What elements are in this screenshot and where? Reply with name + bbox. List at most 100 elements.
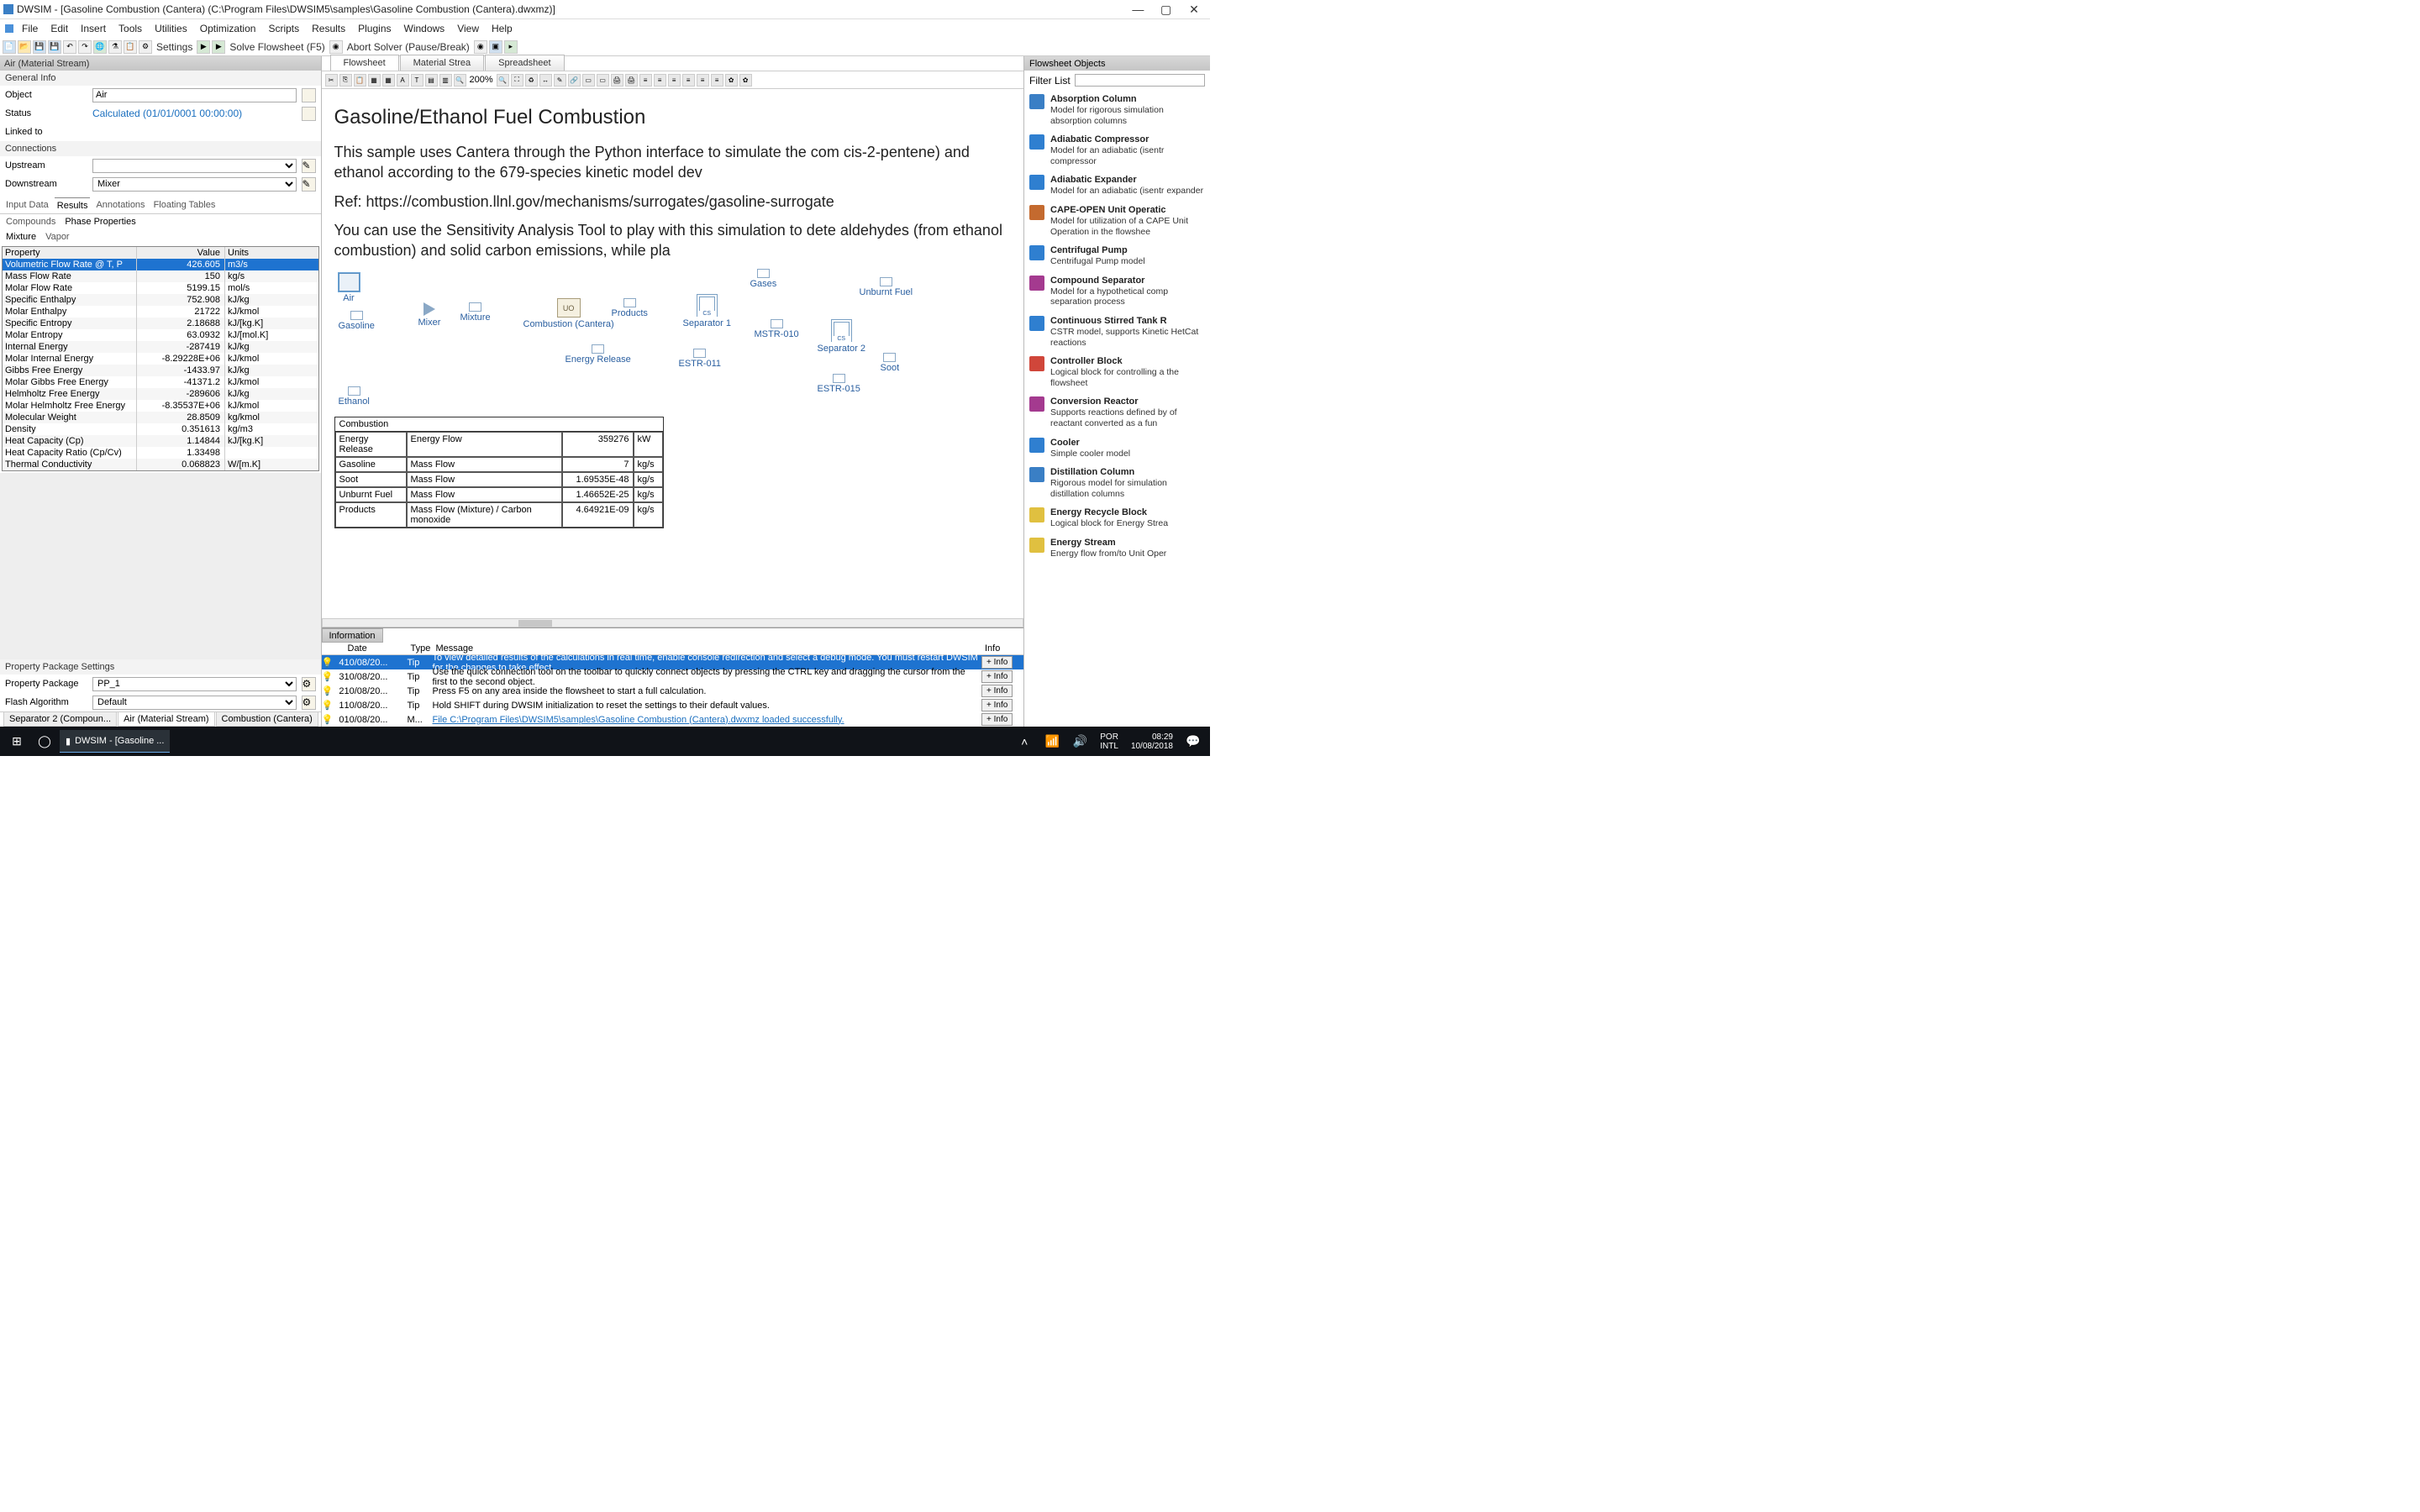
snap1-icon[interactable]: ▭	[582, 74, 595, 87]
tab-material-streams[interactable]: Material Strea	[400, 55, 484, 71]
downstream-select[interactable]: Mixer	[92, 177, 297, 192]
object-input[interactable]	[92, 88, 297, 102]
block-uo-box[interactable]: UO	[557, 298, 581, 318]
info-row[interactable]: 💡210/08/20...TipPress F5 on any area ins…	[322, 684, 1024, 698]
info-button[interactable]: + Info	[981, 713, 1013, 726]
status-action-icon[interactable]	[302, 107, 316, 121]
fa-config-icon[interactable]: ⚙	[302, 696, 316, 710]
cortana-icon[interactable]: ◯	[32, 730, 57, 753]
block-estr011[interactable]: ESTR-011	[679, 359, 722, 369]
property-row[interactable]: Internal Energy-287419kJ/kg	[3, 341, 318, 353]
canvas-hscroll[interactable]	[322, 618, 1024, 627]
info-button[interactable]: + Info	[981, 685, 1013, 697]
solve-label[interactable]: Solve Flowsheet (F5)	[227, 41, 327, 53]
flowsheet-canvas[interactable]: Gasoline/Ethanol Fuel Combustion This sa…	[322, 89, 1024, 618]
fa-select[interactable]: Default	[92, 696, 297, 710]
p1-icon[interactable]: ▣	[489, 40, 502, 54]
close-button[interactable]: ✕	[1181, 3, 1207, 17]
property-row[interactable]: Molar Helmholtz Free Energy-8.35537E+06k…	[3, 400, 318, 412]
block-mstr010[interactable]: MSTR-010	[755, 329, 799, 339]
downstream-pick-icon[interactable]: ✎	[302, 177, 316, 192]
block-mixer[interactable]: Mixer	[418, 318, 441, 328]
connect-icon[interactable]: ↔	[539, 74, 552, 87]
cut-icon[interactable]: ✂	[325, 74, 338, 87]
block-gases[interactable]: Gases	[750, 279, 777, 289]
tab-floating-tables[interactable]: Floating Tables	[151, 197, 218, 213]
info-button[interactable]: + Info	[981, 656, 1013, 669]
block-mixture[interactable]: Mixture	[460, 312, 491, 323]
stop2-icon[interactable]: ◉	[474, 40, 487, 54]
object-item[interactable]: Adiabatic CompressorModel for an adiabat…	[1029, 130, 1205, 171]
object-item[interactable]: Continuous Stirred Tank RCSTR model, sup…	[1029, 312, 1205, 352]
play2-icon[interactable]: ▶	[212, 40, 225, 54]
objects-list[interactable]: Absorption ColumnModel for rigorous simu…	[1024, 90, 1210, 727]
property-row[interactable]: Heat Capacity (Cp)1.14844kJ/[kg.K]	[3, 435, 318, 447]
al6-icon[interactable]: ≡	[711, 74, 723, 87]
table-icon[interactable]: ▤	[425, 74, 438, 87]
save-icon[interactable]: 💾	[33, 40, 46, 54]
abort-label[interactable]: Abort Solver (Pause/Break)	[345, 41, 472, 53]
object-item[interactable]: Conversion ReactorSupports reactions def…	[1029, 392, 1205, 433]
info-button[interactable]: + Info	[981, 670, 1013, 683]
subtab-phase-properties[interactable]: Phase Properties	[62, 215, 138, 228]
property-row[interactable]: Helmholtz Free Energy-289606kJ/kg	[3, 388, 318, 400]
block-energy[interactable]: Energy Release	[566, 354, 631, 365]
tab-annotations[interactable]: Annotations	[93, 197, 147, 213]
object-item[interactable]: Controller BlockLogical block for contro…	[1029, 352, 1205, 392]
snap2-icon[interactable]: ▭	[597, 74, 609, 87]
menu-tools[interactable]: Tools	[113, 21, 148, 36]
property-row[interactable]: Specific Enthalpy752.908kJ/kg	[3, 294, 318, 306]
font-icon[interactable]: A	[397, 74, 409, 87]
menu-help[interactable]: Help	[486, 21, 518, 36]
upstream-select[interactable]	[92, 159, 297, 173]
menu-results[interactable]: Results	[306, 21, 351, 36]
new-icon[interactable]: 📄	[3, 40, 16, 54]
grid-icon[interactable]: ▦	[368, 74, 381, 87]
object-item[interactable]: Absorption ColumnModel for rigorous simu…	[1029, 90, 1205, 130]
property-row[interactable]: Molar Internal Energy-8.29228E+06kJ/kmol	[3, 353, 318, 365]
object-item[interactable]: Adiabatic ExpanderModel for an adiabatic…	[1029, 171, 1205, 201]
al2-icon[interactable]: ≡	[654, 74, 666, 87]
tab-spreadsheet[interactable]: Spreadsheet	[485, 55, 564, 71]
tray-network-icon[interactable]: 📶	[1039, 730, 1065, 753]
ex1-icon[interactable]: ✿	[725, 74, 738, 87]
tray-volume-icon[interactable]: 🔊	[1067, 730, 1092, 753]
open-icon[interactable]: 📂	[18, 40, 31, 54]
info-row[interactable]: 💡110/08/20...TipHold SHIFT during DWSIM …	[322, 698, 1024, 712]
property-row[interactable]: Specific Entropy2.18688kJ/[kg.K]	[3, 318, 318, 329]
tray-kb[interactable]: INTL	[1100, 742, 1118, 751]
block-sep1[interactable]: Separator 1	[683, 318, 731, 328]
recycle-icon[interactable]: ♻	[525, 74, 538, 87]
copy-icon[interactable]: ⎘	[339, 74, 352, 87]
property-row[interactable]: Density0.351613kg/m3	[3, 423, 318, 435]
bottom-tab-sep2[interactable]: Separator 2 (Compoun...	[3, 711, 117, 727]
block-unburnt[interactable]: Unburnt Fuel	[860, 287, 913, 297]
taskbar-app[interactable]: ▮ DWSIM - [Gasoline ...	[60, 730, 170, 753]
upstream-pick-icon[interactable]: ✎	[302, 159, 316, 173]
object-item[interactable]: CoolerSimple cooler model	[1029, 433, 1205, 464]
property-row[interactable]: Heat Capacity Ratio (Cp/Cv)1.33498	[3, 447, 318, 459]
menu-scripts[interactable]: Scripts	[262, 21, 305, 36]
tray-notifications-icon[interactable]: 💬	[1181, 730, 1206, 753]
object-item[interactable]: Distillation ColumnRigorous model for si…	[1029, 463, 1205, 503]
compound-icon[interactable]: ⚗	[108, 40, 122, 54]
menu-plugins[interactable]: Plugins	[352, 21, 397, 36]
menu-edit[interactable]: Edit	[45, 21, 74, 36]
tab-results[interactable]: Results	[55, 197, 91, 213]
settings-label[interactable]: Settings	[154, 41, 195, 53]
property-row[interactable]: Molecular Weight28.8509kg/kmol	[3, 412, 318, 423]
object-item[interactable]: Compound SeparatorModel for a hypothetic…	[1029, 271, 1205, 312]
phasetab-vapor[interactable]: Vapor	[43, 230, 72, 244]
property-row[interactable]: Molar Gibbs Free Energy-41371.2kJ/kmol	[3, 376, 318, 388]
bottom-tab-combustion[interactable]: Combustion (Cantera)	[216, 711, 318, 727]
paste-icon[interactable]: 📋	[354, 74, 366, 87]
property-row[interactable]: Molar Enthalpy21722kJ/kmol	[3, 306, 318, 318]
subtab-compounds[interactable]: Compounds	[3, 215, 58, 228]
minimize-button[interactable]: —	[1125, 3, 1150, 16]
tray-time[interactable]: 08:29	[1152, 732, 1173, 742]
gear-icon[interactable]: ⚙	[139, 40, 152, 54]
al3-icon[interactable]: ≡	[668, 74, 681, 87]
al4-icon[interactable]: ≡	[682, 74, 695, 87]
print-icon[interactable]: 🖨	[611, 74, 623, 87]
property-row[interactable]: Volumetric Flow Rate @ T, P426.605m3/s	[3, 259, 318, 270]
